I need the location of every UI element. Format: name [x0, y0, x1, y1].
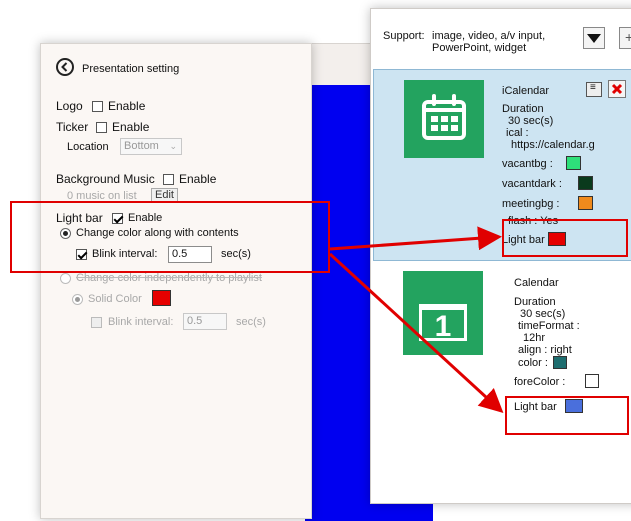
- location-value: Bottom: [124, 140, 159, 152]
- calendar-1-number: 1: [419, 307, 467, 343]
- annotation-box-calendar-light-bar: [505, 396, 629, 435]
- ticker-enable-checkbox[interactable]: [96, 122, 107, 133]
- support-types-2: PowerPoint, widget: [432, 42, 527, 54]
- logo-label: Logo: [56, 99, 83, 113]
- vacantbg-swatch[interactable]: [566, 156, 581, 170]
- location-select[interactable]: Bottom ⌄: [120, 138, 182, 155]
- widget-settings-button[interactable]: ≡: [586, 82, 602, 97]
- meetingbg-label: meetingbg :: [502, 198, 560, 210]
- timeformat-value: 12hr: [523, 332, 546, 344]
- presentation-setting-panel: Presentation setting Logo Enable Ticker …: [40, 43, 312, 519]
- align-label: align : right: [518, 344, 572, 356]
- blink-interval-2-value: 0.5: [187, 315, 203, 327]
- color-label: color :: [518, 357, 548, 369]
- icalendar-thumbnail: [404, 80, 484, 158]
- forecolor-label: foreColor :: [514, 376, 566, 388]
- add-button[interactable]: +: [619, 27, 631, 49]
- list-icon: ≡: [590, 82, 596, 93]
- color-swatch[interactable]: [553, 356, 567, 369]
- independent-radio[interactable]: [60, 273, 71, 284]
- chevron-down-icon: ⌄: [169, 141, 177, 151]
- timeformat-label: timeFormat :: [518, 320, 580, 332]
- calendar-thumbnail: 1: [403, 271, 483, 355]
- duration-value: 30 sec(s): [508, 115, 554, 127]
- annotation-box-left: [10, 201, 330, 273]
- blink-interval-2-label: Blink interval:: [108, 316, 174, 328]
- blink-interval-2-input[interactable]: 0.5: [183, 313, 227, 330]
- triangle-down-icon: [587, 34, 601, 43]
- duration-label: Duration: [502, 103, 544, 115]
- calendar-1-header: [419, 297, 467, 306]
- back-button[interactable]: [56, 58, 74, 76]
- ical-label: ical :: [506, 127, 529, 139]
- solid-color-radio[interactable]: [72, 294, 83, 305]
- solid-color-swatch[interactable]: [152, 290, 171, 306]
- support-label: Support:: [383, 30, 425, 42]
- calendar-icon: [422, 94, 466, 140]
- close-icon: [611, 83, 623, 95]
- bg-music-label: Background Music: [56, 172, 155, 186]
- calendar-1-icon: 1: [419, 297, 467, 343]
- vacantdark-label: vacantdark :: [502, 178, 562, 190]
- ical-value: https://calendar.g: [511, 139, 595, 151]
- duration-label: Duration: [514, 296, 556, 308]
- chevron-left-icon: [61, 62, 68, 72]
- location-label: Location: [67, 141, 109, 153]
- dropdown-button[interactable]: [583, 27, 605, 49]
- remove-widget-button[interactable]: [608, 80, 626, 98]
- support-types-1: image, video, a/v input,: [432, 30, 546, 42]
- independent-label: Change color independently to playlist: [76, 272, 262, 284]
- logo-enable-label: Enable: [108, 99, 146, 113]
- blink-interval-2-unit: sec(s): [236, 316, 266, 328]
- panel-title: Presentation setting: [82, 63, 180, 75]
- widget-name: iCalendar: [502, 85, 550, 97]
- ticker-label: Ticker: [56, 120, 89, 134]
- ticker-enable-label: Enable: [112, 120, 150, 134]
- vacantbg-label: vacantbg :: [502, 158, 553, 170]
- vacantdark-swatch[interactable]: [578, 176, 593, 190]
- plus-icon: +: [625, 29, 631, 45]
- meetingbg-swatch[interactable]: [578, 196, 593, 210]
- bg-music-enable-label: Enable: [179, 172, 217, 186]
- blink-interval-2-checkbox[interactable]: [91, 317, 102, 328]
- logo-enable-checkbox[interactable]: [92, 101, 103, 112]
- duration-value: 30 sec(s): [520, 308, 566, 320]
- widget-name: Calendar: [514, 277, 559, 289]
- solid-color-label: Solid Color: [88, 293, 142, 305]
- forecolor-swatch[interactable]: [585, 374, 599, 388]
- bg-music-enable-checkbox[interactable]: [163, 174, 174, 185]
- annotation-box-icalendar-light-bar: [502, 219, 628, 257]
